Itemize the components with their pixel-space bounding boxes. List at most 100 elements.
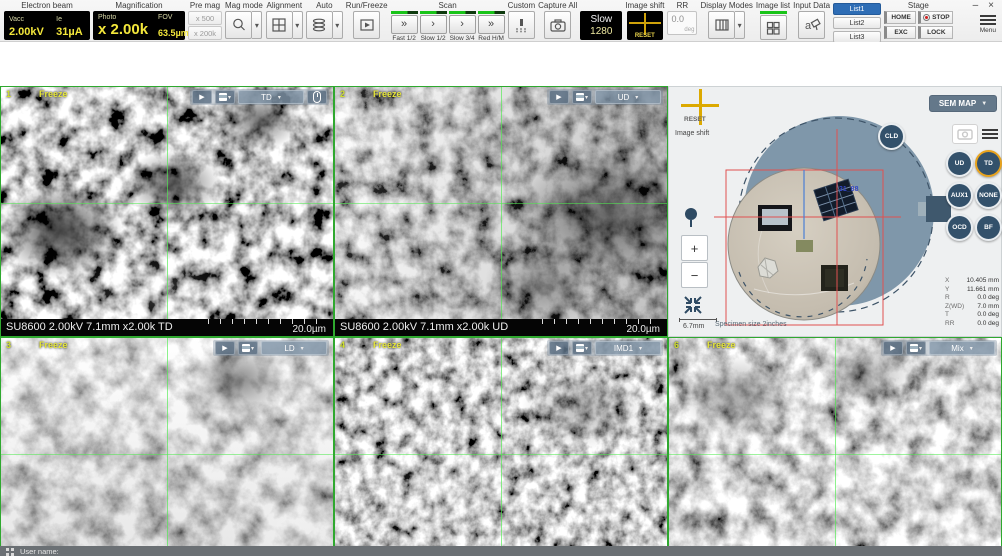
list2-button[interactable]: List2: [833, 17, 881, 29]
image-caption: SU8600 2.00kV 7.1mm x2.00k UD: [340, 321, 508, 333]
panel-state-label: Freeze: [39, 340, 68, 350]
electron-beam-readout: Vacc Ie 2.00kV 31µA: [4, 11, 90, 40]
image-caption-bar: SU8600 2.00kV 7.1mm x2.00k UD 20.0µm: [335, 319, 667, 336]
detector-bf-button[interactable]: BF: [975, 214, 1002, 241]
ie-label: Ie: [56, 16, 85, 23]
auto-button[interactable]: [306, 11, 333, 39]
image-caption: SU8600 2.00kV 7.1mm x2.00k TD: [6, 321, 173, 333]
run-freeze-button[interactable]: [353, 11, 380, 39]
status-bar: User name:: [0, 546, 1002, 556]
detector-none-button[interactable]: NONE: [975, 182, 1002, 209]
mouse-mode-button[interactable]: [307, 90, 327, 104]
alignment-section: Alignment ▾: [266, 1, 303, 39]
save-button[interactable]: ▾: [215, 90, 235, 104]
detector-ocd-button[interactable]: OCD: [946, 214, 973, 241]
sem-image[interactable]: 6 Freeze ▶ ▾ Mix▾: [669, 338, 1001, 556]
alignment-dropdown[interactable]: ▾: [293, 11, 303, 39]
run-button[interactable]: ▶: [215, 341, 235, 355]
run-button[interactable]: ▶: [549, 90, 569, 104]
capture-all-button[interactable]: [544, 11, 571, 39]
stage-section: Stage HOME STOP EXC LOCK: [884, 1, 953, 39]
image-shift-display[interactable]: RESET: [627, 11, 663, 40]
image-toolbar: ▶ ▾ IMD1▾: [547, 340, 663, 356]
pre-mag-200k-button[interactable]: x 200k: [188, 26, 222, 40]
vacc-value: 2.00kV: [9, 26, 46, 38]
play-icon: [359, 17, 375, 33]
scan-red-hm: » Red H/M: [478, 11, 505, 42]
mag-mode-dropdown[interactable]: ▾: [252, 11, 262, 39]
run-button[interactable]: ▶: [192, 90, 212, 104]
save-button[interactable]: ▾: [906, 341, 926, 355]
rr-field[interactable]: 0.0 deg: [667, 11, 697, 35]
map-zoom-in-button[interactable]: +: [681, 235, 708, 261]
custom-button[interactable]: [508, 11, 535, 39]
crosshair-horizontal: [1, 454, 333, 455]
image-list-grid-icon: [765, 20, 781, 36]
sem-image[interactable]: 1 Freeze ▶ ▾ TD▾: [1, 87, 333, 319]
pre-mag-500-button[interactable]: x 500: [188, 11, 222, 25]
input-data-button[interactable]: a: [798, 11, 825, 39]
sem-image[interactable]: 4 Freeze ▶ ▾ IMD1▾: [335, 338, 667, 556]
stage-exc-button[interactable]: EXC: [884, 26, 916, 39]
image-toolbar: ▶ ▾ LD▾: [213, 340, 329, 356]
scan-fast-half-button[interactable]: »: [391, 15, 418, 34]
scan-red-hm-button[interactable]: »: [478, 15, 505, 34]
sem-image-panel: 6 Freeze ▶ ▾ Mix▾ SU8600 2.00kV 7.1mm x2…: [668, 337, 1002, 556]
sem-image[interactable]: 3 Freeze ▶ ▾ LD▾: [1, 338, 333, 556]
display-modes-button[interactable]: [708, 11, 735, 39]
alignment-button[interactable]: [266, 11, 293, 39]
run-button[interactable]: ▶: [549, 341, 569, 355]
sem-image-panel: 1 Freeze ▶ ▾ TD▾ SU8600 2.00kV 7.1mm x2.…: [0, 86, 334, 337]
detector-select[interactable]: UD▾: [595, 90, 661, 104]
auto-label: Auto: [316, 1, 332, 11]
scan-slow-34-button[interactable]: ›: [449, 15, 476, 34]
detector-select[interactable]: LD▾: [261, 341, 327, 355]
stage-stop-button[interactable]: STOP: [918, 11, 953, 24]
run-button[interactable]: ▶: [883, 341, 903, 355]
map-capture-button[interactable]: [952, 124, 978, 144]
display-modes-dropdown[interactable]: ▾: [735, 11, 745, 39]
detector-cld-button[interactable]: CLD: [878, 123, 905, 150]
map-zoom-out-button[interactable]: −: [681, 262, 708, 288]
detector-aux1-button[interactable]: AUX1: [946, 182, 973, 209]
detector-ud-button[interactable]: UD: [946, 150, 973, 177]
sem-image[interactable]: 2 Freeze ▶ ▾ UD▾: [335, 87, 667, 319]
detector-select[interactable]: Mix▾: [929, 341, 995, 355]
pin-icon[interactable]: [683, 207, 701, 229]
sem-map-mode-button[interactable]: SEM MAP▼: [929, 95, 997, 112]
stigmator-icon: [311, 17, 327, 33]
sem-image-panel: 2 Freeze ▶ ▾ UD▾ SU8600 2.00kV 7.1mm x2.…: [334, 86, 668, 337]
image-shift-reset-button[interactable]: RESET: [627, 33, 663, 39]
detector-select[interactable]: IMD1▾: [595, 341, 661, 355]
image-shift-label: Image shift: [625, 1, 664, 11]
magnification-readout: Photo FOV x 2.00k 63.5µm: [93, 11, 185, 40]
save-icon: [242, 344, 250, 352]
map-menu-button[interactable]: [982, 127, 998, 141]
list1-button[interactable]: List1: [833, 3, 881, 15]
menu-button[interactable]: Menu: [980, 13, 996, 34]
camera-icon: [549, 17, 567, 33]
save-button[interactable]: ▾: [572, 341, 592, 355]
stage-z-value: 7.0 mm: [977, 303, 999, 312]
minimize-button[interactable]: –: [973, 1, 979, 11]
stage-lock-button[interactable]: LOCK: [918, 26, 953, 39]
alignment-crosshair-icon: [271, 17, 287, 33]
electron-beam-label: Electron beam: [21, 1, 73, 11]
collapse-icon[interactable]: [683, 295, 703, 315]
mag-mode-button[interactable]: [225, 11, 252, 39]
detector-select[interactable]: TD▾: [238, 90, 304, 104]
map-image-shift-reset-button[interactable]: RESET: [681, 89, 719, 127]
image-list-button[interactable]: [760, 15, 787, 40]
pre-mag-label: Pre mag: [190, 1, 220, 11]
display-grid-icon: [714, 17, 730, 33]
detector-td-button[interactable]: TD: [975, 150, 1002, 177]
close-button[interactable]: ×: [988, 1, 994, 11]
fov-label: FOV: [158, 14, 189, 21]
scan-slow-half-button[interactable]: ›: [420, 15, 447, 34]
rr-unit: deg: [684, 27, 694, 33]
stage-home-button[interactable]: HOME: [884, 11, 916, 24]
sem-map-panel[interactable]: SEM MAP▼ RESET Image shift + − 6.7mm Spe…: [668, 86, 1002, 337]
save-button[interactable]: ▾: [572, 90, 592, 104]
auto-dropdown[interactable]: ▾: [333, 11, 343, 39]
save-button[interactable]: ▾: [238, 341, 258, 355]
